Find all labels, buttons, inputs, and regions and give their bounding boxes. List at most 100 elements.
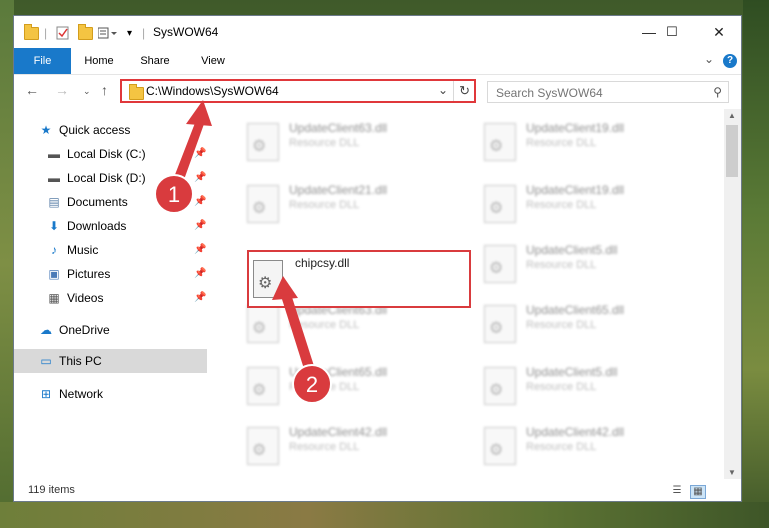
file-item[interactable]: UpdateClient19.dll Resource DLL <box>474 179 694 233</box>
file-type: Resource DLL <box>289 381 360 393</box>
tab-view[interactable]: View <box>191 48 235 74</box>
videos-icon: ▦ <box>48 291 60 305</box>
nav-network[interactable]: ⊞ Network <box>38 383 103 405</box>
file-item[interactable]: UpdateClient65.dll Resource DLL <box>474 299 694 353</box>
nav-local-disk-d[interactable]: ▬ Local Disk (D:) <box>46 167 146 189</box>
separator <box>453 81 454 101</box>
tab-home[interactable]: Home <box>77 48 121 74</box>
tab-file[interactable]: File <box>14 48 71 74</box>
file-type: Resource DLL <box>289 319 360 331</box>
nav-downloads[interactable]: ⬇ Downloads <box>46 215 126 237</box>
folder-icon <box>24 23 39 41</box>
nav-pictures[interactable]: ▣ Pictures <box>46 263 110 285</box>
file-item-chipcsy[interactable]: chipcsy.dll <box>247 250 471 308</box>
file-type: Resource DLL <box>526 259 597 271</box>
search-box[interactable]: ⚲ <box>487 81 729 103</box>
file-item[interactable]: UpdateClient42.dll Resource DLL <box>474 421 694 475</box>
pin-icon[interactable]: 📌 <box>194 172 206 183</box>
nav-this-pc[interactable]: ▭ This PC <box>38 350 101 372</box>
nav-label: Videos <box>67 291 104 305</box>
file-type: Resource DLL <box>289 137 360 149</box>
dll-file-icon <box>247 123 279 161</box>
pin-icon[interactable]: 📌 <box>194 268 206 279</box>
properties-icon[interactable] <box>56 25 69 41</box>
pin-icon[interactable]: 📌 <box>194 148 206 159</box>
title-bar: | ▾ | SysWOW64 — ☐ ✕ <box>14 16 741 48</box>
expand-ribbon-icon[interactable]: ⌄ <box>704 52 714 66</box>
nav-videos[interactable]: ▦ Videos <box>46 287 103 309</box>
refresh-icon[interactable]: ↻ <box>459 83 470 99</box>
details-view-icon[interactable]: ☰ <box>670 485 684 497</box>
file-item[interactable]: UpdateClient19.dll Resource DLL <box>474 117 694 171</box>
computer-icon: ▭ <box>40 354 52 368</box>
desktop-background-right <box>743 0 769 528</box>
help-icon[interactable]: ? <box>723 54 737 68</box>
item-count: 119 items <box>28 484 75 496</box>
file-name: UpdateClient21.dll <box>289 183 388 197</box>
customize-quick-access-icon[interactable] <box>98 25 122 41</box>
back-arrow-icon[interactable]: ← <box>25 82 39 98</box>
desktop-background-bottom <box>0 502 769 528</box>
up-arrow-icon[interactable]: ↑ <box>101 82 108 98</box>
close-button[interactable]: ✕ <box>696 16 742 48</box>
scroll-up-icon[interactable]: ▲ <box>728 111 736 120</box>
dll-file-icon <box>484 305 516 343</box>
file-item[interactable]: UpdateClient63.dll Resource DLL <box>237 117 457 171</box>
pin-icon[interactable]: 📌 <box>194 220 206 231</box>
dll-file-icon <box>247 367 279 405</box>
forward-arrow-icon[interactable]: → <box>55 82 69 98</box>
file-type: Resource DLL <box>526 199 597 211</box>
drive-icon: ▬ <box>48 147 60 161</box>
dll-file-icon <box>484 245 516 283</box>
nav-documents[interactable]: ▤ Documents <box>46 191 128 213</box>
search-icon[interactable]: ⚲ <box>713 85 722 99</box>
address-dropdown-icon[interactable]: ⌄ <box>438 83 448 97</box>
file-item[interactable]: UpdateClient5.dll Resource DLL <box>474 361 694 415</box>
separator: | <box>142 26 146 40</box>
nav-label: OneDrive <box>59 323 110 337</box>
file-name: UpdateClient5.dll <box>526 243 618 257</box>
window-title: SysWOW64 <box>153 25 219 39</box>
recent-locations-icon[interactable]: ⌄ <box>83 86 91 97</box>
search-input[interactable] <box>494 84 708 102</box>
address-path[interactable]: C:\Windows\SysWOW64 <box>146 84 279 98</box>
file-item[interactable]: UpdateClient42.dll Resource DLL <box>237 421 457 475</box>
star-icon: ★ <box>40 123 52 137</box>
nav-label: Downloads <box>67 219 127 233</box>
file-name: UpdateClient65.dll <box>289 365 388 379</box>
large-icons-view-icon[interactable]: ▦ <box>690 485 706 499</box>
dll-file-icon <box>247 185 279 223</box>
navigation-bar: ← → ⌄ ↑ C:\Windows\SysWOW64 ⌄ ↻ ⚲ <box>14 75 741 109</box>
new-folder-icon[interactable] <box>78 23 93 41</box>
pin-icon[interactable]: 📌 <box>194 196 206 207</box>
scroll-down-icon[interactable]: ▼ <box>728 468 736 477</box>
nav-label: Network <box>59 387 104 401</box>
address-bar[interactable]: C:\Windows\SysWOW64 ⌄ ↻ <box>120 79 476 103</box>
maximize-button[interactable]: ☐ <box>649 16 695 48</box>
network-icon: ⊞ <box>40 387 52 401</box>
pin-icon[interactable]: 📌 <box>194 244 206 255</box>
nav-local-disk-c[interactable]: ▬ Local Disk (C:) <box>46 143 146 165</box>
file-item[interactable]: UpdateClient65.dll Resource DLL <box>237 361 457 415</box>
folder-icon <box>129 84 144 100</box>
vertical-scrollbar[interactable]: ▲ ▼ <box>724 109 741 479</box>
file-type: Resource DLL <box>526 137 597 149</box>
file-type: Resource DLL <box>526 441 597 453</box>
nav-label: Local Disk (D:) <box>67 171 146 185</box>
file-item[interactable]: UpdateClient21.dll Resource DLL <box>237 179 457 233</box>
scrollbar-thumb[interactable] <box>726 125 738 177</box>
desktop-background-left <box>0 0 14 528</box>
file-name: chipcsy.dll <box>295 256 350 270</box>
documents-icon: ▤ <box>48 195 60 209</box>
tab-share[interactable]: Share <box>133 48 177 74</box>
quick-access-dropdown-icon[interactable]: ▾ <box>127 25 132 41</box>
status-bar: 119 items ☰ ▦ <box>14 481 741 501</box>
dll-file-icon <box>253 260 283 298</box>
nav-label: Documents <box>67 195 128 209</box>
dll-file-icon <box>484 427 516 465</box>
nav-onedrive[interactable]: ☁ OneDrive <box>38 319 110 341</box>
pin-icon[interactable]: 📌 <box>194 292 206 303</box>
nav-quick-access[interactable]: ★ Quick access <box>38 119 131 141</box>
file-item[interactable]: UpdateClient5.dll Resource DLL <box>474 239 694 293</box>
nav-music[interactable]: ♪ Music <box>46 239 98 261</box>
